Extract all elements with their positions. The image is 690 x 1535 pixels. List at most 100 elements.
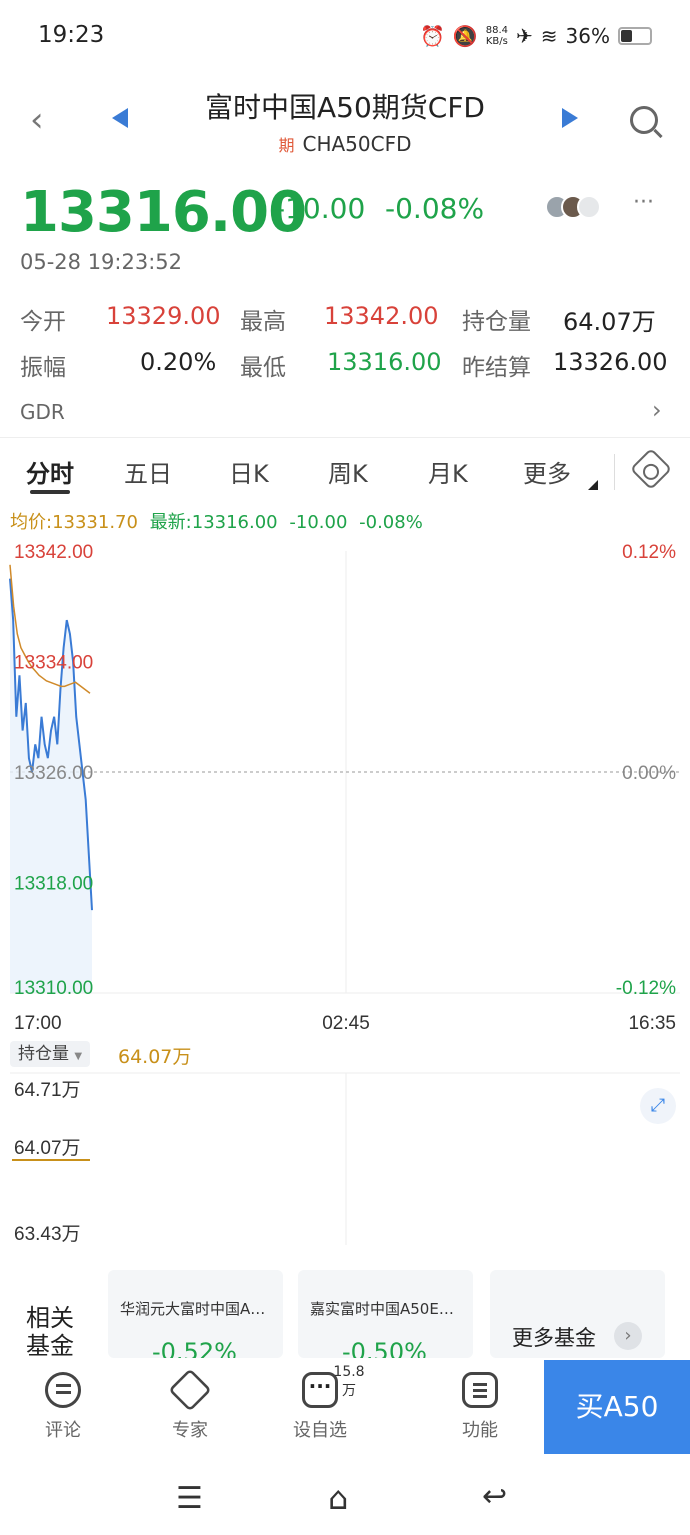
price-area <box>10 578 92 993</box>
comment-button[interactable]: 评论 <box>18 1360 108 1442</box>
fund-card[interactable]: 华润元大富时中国A… -0.52% <box>108 1270 283 1358</box>
buy-button[interactable]: 买A50 <box>544 1360 690 1454</box>
low-value: 13316.00 <box>327 348 442 376</box>
prev-settle-value: 13326.00 <box>553 348 668 376</box>
fund-change-pct: -0.52% <box>152 1338 237 1358</box>
tab-monthly-k[interactable]: 月K <box>428 454 468 489</box>
gdr-link[interactable]: GDR <box>20 400 65 424</box>
funds-title: 相关基金 <box>26 1304 74 1356</box>
amplitude-value: 0.20% <box>140 348 217 376</box>
header: ‹ 富时中国A50期货CFD 期 CHA50CFD <box>0 78 690 168</box>
price-tick-label: 13326.00 <box>14 763 93 784</box>
net-speed-value: 88.4 <box>485 25 509 36</box>
expert-label: 专家 <box>172 1420 208 1441</box>
more-icon[interactable]: ··· <box>633 190 654 215</box>
low-label: 最低 <box>240 355 286 381</box>
wifi-icon: ≋ <box>540 24 558 48</box>
intraday-chart[interactable]: 13342.00 13334.00 13326.00 13318.00 13310.00… <box>0 535 690 1035</box>
symbol-code: 期 CHA50CFD <box>0 132 690 156</box>
status-icons: ⏰ 🔕 88.4 KB/s ✈ ≋ 36% <box>420 24 652 48</box>
legend-latest: 最新:13316.00 <box>149 512 278 533</box>
high-label: 最高 <box>240 309 286 335</box>
divider <box>0 437 690 438</box>
oi-tick-label: 63.43万 <box>14 1224 81 1245</box>
fund-change-pct: -0.50% <box>342 1338 427 1358</box>
fund-name: 嘉实富时中国A50E… <box>310 1300 454 1318</box>
avatar <box>577 195 601 219</box>
mute-icon: 🔕 <box>452 24 478 48</box>
net-speed: 88.4 KB/s <box>486 25 508 47</box>
user-avatars[interactable] <box>545 195 601 219</box>
settings-icon[interactable] <box>629 447 673 491</box>
open-interest-value: 64.07万 <box>563 308 656 336</box>
chevron-right-icon: › <box>614 1322 642 1350</box>
watchlist-count: 15.8万 <box>333 1364 365 1399</box>
tab-weekly-k[interactable]: 周K <box>328 454 368 489</box>
oi-tick-label: 64.07万 <box>14 1138 81 1159</box>
price-tick-label: 13334.00 <box>14 653 93 674</box>
price-change-pct: -0.08% <box>385 192 485 225</box>
comment-label: 评论 <box>45 1420 81 1441</box>
price-tick-label: 13342.00 <box>14 542 93 563</box>
tab-five-day[interactable]: 五日 <box>124 454 172 489</box>
x-tick-label: 02:45 <box>322 1013 370 1034</box>
open-interest-label: 持仓量 <box>462 309 531 335</box>
status-bar: 19:23 ⏰ 🔕 88.4 KB/s ✈ ≋ 36% <box>0 0 690 75</box>
last-price: 13316.00 <box>20 180 307 245</box>
pct-tick-label: -0.12% <box>616 978 676 999</box>
chart-tabs: 分时 五日 日K 周K 月K 更多 <box>0 447 690 496</box>
open-interest-chart: 64.71万 64.07万 63.43万 <box>10 1072 680 1245</box>
legend-pct: -0.08% <box>359 512 423 533</box>
airplane-icon: ✈ <box>516 24 533 48</box>
search-icon[interactable] <box>630 106 658 134</box>
next-symbol-icon[interactable] <box>562 108 578 128</box>
legend-change: -10.00 <box>289 512 348 533</box>
alarm-icon: ⏰ <box>419 24 445 48</box>
legend-avg: 均价:13331.70 <box>10 512 138 533</box>
tab-daily-k[interactable]: 日K <box>229 454 269 489</box>
fund-card[interactable]: 嘉实富时中国A50E… -0.50% <box>298 1270 473 1358</box>
menu-icon[interactable]: ☰ <box>176 1481 203 1516</box>
futures-tag: 期 <box>278 136 295 155</box>
oi-tick-label: 64.71万 <box>14 1080 81 1101</box>
home-icon[interactable]: ⌂ <box>328 1479 348 1517</box>
fund-name: 华润元大富时中国A… <box>120 1300 266 1318</box>
dropdown-corner-icon <box>588 480 598 490</box>
status-time: 19:23 <box>38 22 105 48</box>
comment-icon <box>45 1372 81 1408</box>
expand-icon[interactable]: ⤢ <box>640 1088 676 1124</box>
chevron-right-icon[interactable]: › <box>652 396 662 424</box>
menu-icon <box>462 1372 498 1408</box>
x-tick-label: 17:00 <box>14 1013 62 1034</box>
add-watchlist-button[interactable]: ··· 设自选 15.8万 <box>275 1360 365 1442</box>
average-line <box>9 564 91 694</box>
tab-underline <box>30 490 70 494</box>
battery-icon <box>618 27 652 45</box>
prev-settle-label: 昨结算 <box>462 355 531 381</box>
amplitude-label: 振幅 <box>20 355 66 381</box>
diamond-icon <box>168 1368 212 1412</box>
battery-percent: 36% <box>565 24 610 48</box>
expert-button[interactable]: 专家 <box>145 1360 235 1442</box>
price-tick-label: 13318.00 <box>14 874 93 895</box>
x-tick-label: 16:35 <box>628 1013 676 1034</box>
open-value: 13329.00 <box>106 302 221 330</box>
system-nav-bar: ☰ ⌂ ↩ <box>0 1455 690 1535</box>
net-speed-unit: KB/s <box>485 36 508 47</box>
page-title: 富时中国A50期货CFD <box>204 91 485 124</box>
divider <box>614 454 615 490</box>
quote-timestamp: 05-28 19:23:52 <box>20 250 183 274</box>
tab-more[interactable]: 更多 <box>523 454 571 489</box>
high-value: 13342.00 <box>324 302 439 330</box>
back-icon[interactable]: ↩ <box>482 1479 507 1514</box>
function-button[interactable]: 功能 <box>435 1360 525 1442</box>
tab-intraday[interactable]: 分时 <box>26 454 74 489</box>
symbol-code-text: CHA50CFD <box>302 132 412 156</box>
price-tick-label: 13310.00 <box>14 978 93 999</box>
more-funds-button[interactable]: 更多基金 › <box>490 1270 665 1358</box>
price-change: -10.00 <box>275 192 366 225</box>
chart-legend: 均价:13331.70 最新:13316.00 -10.00 -0.08% <box>10 508 423 534</box>
pct-tick-label: 0.12% <box>622 542 676 563</box>
more-funds-label: 更多基金 <box>512 1326 596 1350</box>
open-label: 今开 <box>20 309 66 335</box>
